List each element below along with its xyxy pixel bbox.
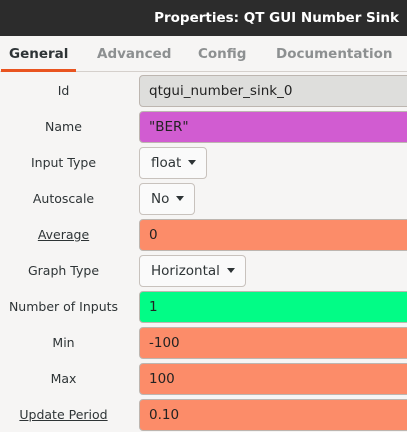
update-period-field[interactable]: 0.10 (139, 399, 407, 431)
autoscale-label: Autoscale (32, 191, 95, 206)
id-label: Id (57, 83, 70, 98)
name-label: Name (45, 119, 82, 134)
graph-type-dropdown[interactable]: Horizontal (139, 255, 246, 287)
property-row-average: Average 0 (0, 217, 407, 253)
chevron-down-icon (188, 159, 197, 165)
autoscale-value: No (151, 191, 170, 207)
property-row-id: Id qtgui_number_sink_0 (0, 73, 407, 109)
id-field[interactable]: qtgui_number_sink_0 (139, 75, 407, 107)
input-type-label: Input Type (30, 155, 97, 170)
property-row-autoscale: Autoscale No (0, 181, 407, 217)
min-field[interactable]: -100 (139, 327, 407, 359)
property-row-min: Min -100 (0, 325, 407, 361)
property-row-input-type: Input Type float (0, 145, 407, 181)
input-type-dropdown[interactable]: float (139, 147, 208, 179)
average-label: Average (37, 227, 90, 242)
property-row-graph-type: Graph Type Horizontal (0, 253, 407, 289)
tab-advanced[interactable]: Advanced (97, 36, 171, 72)
chevron-down-icon (176, 195, 185, 201)
window-title: Properties: QT GUI Number Sink (154, 10, 399, 26)
min-label: Min (52, 335, 75, 350)
chevron-down-icon (226, 267, 235, 273)
tab-documentation[interactable]: Documentation (276, 36, 392, 72)
graph-type-value: Horizontal (151, 263, 220, 279)
input-type-value: float (151, 155, 182, 171)
max-label: Max (50, 371, 77, 386)
name-field[interactable]: "BER" (139, 111, 407, 143)
graph-type-label: Graph Type (27, 263, 100, 278)
average-field[interactable]: 0 (139, 219, 407, 251)
tab-bar: General Advanced Config Documentation (0, 36, 407, 72)
autoscale-dropdown[interactable]: No (139, 183, 196, 215)
update-period-label: Update Period (19, 407, 108, 422)
property-row-update-period: Update Period 0.10 (0, 397, 407, 432)
number-of-inputs-label: Number of Inputs (8, 299, 119, 314)
property-row-max: Max 100 (0, 361, 407, 397)
number-of-inputs-field[interactable]: 1 (139, 291, 407, 323)
property-row-number-of-inputs: Number of Inputs 1 (0, 289, 407, 325)
property-row-name: Name "BER" (0, 109, 407, 145)
max-field[interactable]: 100 (139, 363, 407, 395)
tab-config[interactable]: Config (198, 36, 246, 72)
title-bar: Properties: QT GUI Number Sink (0, 0, 407, 36)
tab-general[interactable]: General (0, 36, 77, 72)
